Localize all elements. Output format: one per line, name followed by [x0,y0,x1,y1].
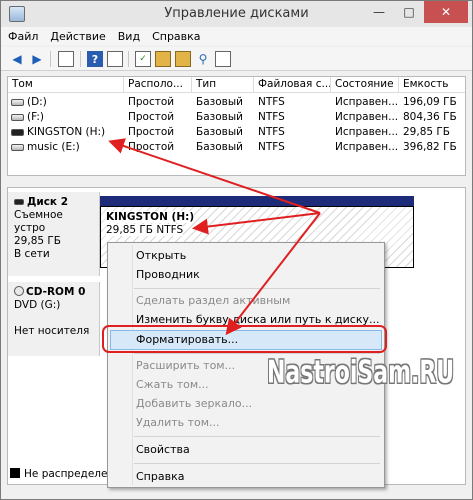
table-row[interactable]: (F:) Простой Базовый NTFS Исправен... 80… [8,110,465,125]
volume-status: Исправен... [335,111,399,123]
column-volume[interactable]: Том [8,77,124,93]
menu-item-explorer[interactable]: Проводник [136,266,200,283]
volume-capacity: 396,82 ГБ [403,141,457,153]
partition-info: 29,85 ГБ NTFS [106,224,184,236]
volume-capacity: 804,36 ГБ [403,111,457,123]
volume-type: Базовый [196,141,243,153]
menu-bar: Файл Действие Вид Справка [1,27,472,45]
legend: Не распределен [10,468,114,480]
column-filesystem[interactable]: Файловая с... [254,77,331,93]
legend-unallocated: Не распределен [24,468,115,480]
table-row[interactable]: KINGSTON (H:) Простой Базовый NTFS Испра… [8,125,465,140]
table-row[interactable]: (D:) Простой Базовый NTFS Исправен... 19… [8,95,465,110]
column-type[interactable]: Тип [192,77,254,93]
menu-item-help[interactable]: Справка [136,468,184,485]
menu-item-shrink[interactable]: Сжать том... [136,376,209,393]
volume-fs: NTFS [258,126,285,138]
drive-icon [11,143,24,151]
panel-icon[interactable] [58,51,74,67]
toolbar: ◀ ▶ ? ✓ ⚲ [1,47,472,71]
annotation-highlight-box [102,325,387,353]
volume-list: Том Располо... Тип Файловая с... Состоян… [7,76,466,176]
volume-type: Базовый [196,111,243,123]
partition-title: KINGSTON (H:) [106,211,195,223]
magnifier-icon[interactable]: ⚲ [195,51,211,67]
menu-item-open[interactable]: Открыть [136,247,186,264]
volume-fs: NTFS [258,111,285,123]
cdrom-state: Нет носителя [14,325,90,337]
cdrom-name: CD-ROM 0 [26,286,86,298]
partition-bar [100,196,414,206]
window-controls: — □ ✕ [364,1,468,23]
volume-name: (D:) [27,96,47,108]
volume-capacity: 29,85 ГБ [403,126,451,138]
cdrom-0-info[interactable]: CD-ROM 0 DVD (G:) Нет носителя [8,282,100,356]
cdrom-drive: DVD (G:) [14,299,61,311]
properties-icon[interactable] [107,51,123,67]
disk-kind: Съемное устро [14,209,63,234]
volume-layout: Простой [128,96,175,108]
volume-status: Исправен... [335,126,399,138]
title-bar: Управление дисками — □ ✕ [1,1,472,27]
menu-action[interactable]: Действие [50,30,105,43]
volume-name: music (E:) [27,141,80,153]
volume-layout: Простой [128,126,175,138]
volume-type: Базовый [196,96,243,108]
pane-splitter[interactable] [1,178,472,186]
watermark: NastroiSam.RU [267,356,455,391]
menu-item-properties[interactable]: Свойства [136,441,190,458]
close-icon[interactable]: ✕ [424,1,468,23]
maximize-icon[interactable]: □ [394,1,424,23]
disk-name: Диск 2 [27,196,69,208]
menu-view[interactable]: Вид [118,30,140,43]
usb-drive-icon [14,199,24,205]
volume-layout: Простой [128,111,175,123]
disk-management-window: Управление дисками — □ ✕ Файл Действие В… [0,0,473,500]
volume-name: (F:) [27,111,44,123]
disk-size: 29,85 ГБ [14,235,62,247]
volume-status: Исправен... [335,141,399,153]
column-capacity[interactable]: Емкость [399,77,465,93]
volume-fs: NTFS [258,96,285,108]
menu-item-extend[interactable]: Расширить том... [136,357,235,374]
menu-file[interactable]: Файл [8,30,38,43]
volume-type: Базовый [196,126,243,138]
volume-name: KINGSTON (H:) [27,126,106,138]
menu-item-add-mirror[interactable]: Добавить зеркало... [136,395,252,412]
column-layout[interactable]: Располо... [124,77,192,93]
drive-icon [11,98,24,106]
disk-2-info[interactable]: Диск 2 Съемное устро 29,85 ГБ В сети [8,192,100,276]
view-icon[interactable] [215,51,231,67]
menu-help[interactable]: Справка [152,30,200,43]
column-status[interactable]: Состояние [331,77,399,93]
folder-icon[interactable] [175,51,191,67]
disk-state: В сети [14,248,50,260]
volume-status: Исправен... [335,96,399,108]
volume-layout: Простой [128,141,175,153]
usb-drive-icon [11,128,24,136]
volume-list-header: Том Располо... Тип Файловая с... Состоян… [8,77,465,93]
forward-arrow-icon[interactable]: ▶ [29,51,45,67]
menu-item-delete[interactable]: Удалить том... [136,414,220,431]
menu-item-make-active[interactable]: Сделать раздел активным [136,292,290,309]
unallocated-swatch [10,468,20,478]
cd-icon [14,286,24,296]
drive-icon [11,113,24,121]
volume-fs: NTFS [258,141,285,153]
open-folder-icon[interactable] [155,51,171,67]
minimize-icon[interactable]: — [364,1,394,23]
back-arrow-icon[interactable]: ◀ [9,51,25,67]
help-icon[interactable]: ? [87,51,103,67]
volume-capacity: 196,09 ГБ [403,96,457,108]
rescan-icon[interactable]: ✓ [135,51,151,67]
table-row[interactable]: music (E:) Простой Базовый NTFS Исправен… [8,140,465,155]
